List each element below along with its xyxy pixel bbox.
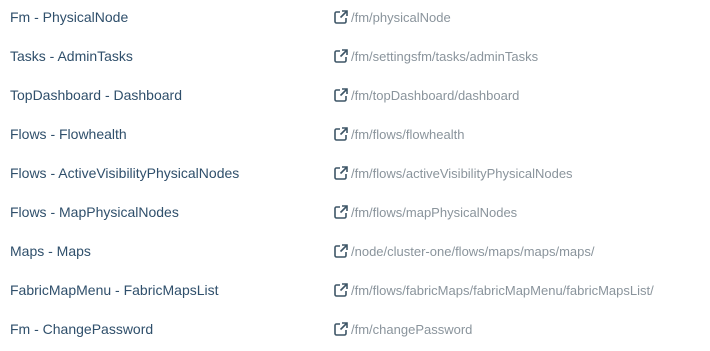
route-row: FabricMapMenu - FabricMapsList /fm/flows… xyxy=(0,273,710,312)
route-name[interactable]: Flows - MapPhysicalNodes xyxy=(10,204,179,220)
route-row: Maps - Maps /node/cluster-one/flows/maps… xyxy=(0,234,710,273)
route-name[interactable]: Flows - ActiveVisibilityPhysicalNodes xyxy=(10,165,239,181)
route-link[interactable]: /fm/flows/activeVisibilityPhysicalNodes xyxy=(333,165,573,181)
external-link-icon xyxy=(333,48,349,64)
route-row: Fm - PhysicalNode /fm/physicalNode xyxy=(0,0,710,39)
route-name[interactable]: Flows - Flowhealth xyxy=(10,126,127,142)
route-path: /fm/changePassword xyxy=(351,321,473,337)
external-link-icon xyxy=(333,321,349,337)
route-path: /fm/settingsfm/tasks/adminTasks xyxy=(351,48,539,64)
route-row: Flows - ActiveVisibilityPhysicalNodes /f… xyxy=(0,156,710,195)
route-name[interactable]: Fm - PhysicalNode xyxy=(10,9,128,25)
external-link-icon xyxy=(333,87,349,103)
route-link[interactable]: /fm/flows/mapPhysicalNodes xyxy=(333,204,517,220)
external-link-icon xyxy=(333,204,349,220)
route-link[interactable]: /fm/flows/fabricMaps/fabricMapMenu/fabri… xyxy=(333,282,654,298)
route-link[interactable]: /fm/physicalNode xyxy=(333,9,451,25)
route-path: /fm/flows/fabricMaps/fabricMapMenu/fabri… xyxy=(351,282,654,298)
route-name[interactable]: FabricMapMenu - FabricMapsList xyxy=(10,282,219,298)
route-row: Flows - Flowhealth /fm/flows/flowhealth xyxy=(0,117,710,156)
route-list: Fm - PhysicalNode /fm/physicalNode Tasks… xyxy=(0,0,710,340)
route-path: /fm/topDashboard/dashboard xyxy=(351,87,520,103)
route-path: /fm/flows/activeVisibilityPhysicalNodes xyxy=(351,165,573,181)
external-link-icon xyxy=(333,9,349,25)
external-link-icon xyxy=(333,165,349,181)
route-path: /node/cluster-one/flows/maps/maps/maps/ xyxy=(351,243,595,259)
route-name[interactable]: Maps - Maps xyxy=(10,243,91,259)
route-link[interactable]: /fm/settingsfm/tasks/adminTasks xyxy=(333,48,538,64)
route-link[interactable]: /node/cluster-one/flows/maps/maps/maps/ xyxy=(333,243,595,259)
route-row: Flows - MapPhysicalNodes /fm/flows/mapPh… xyxy=(0,195,710,234)
route-path: /fm/physicalNode xyxy=(351,9,451,25)
route-name[interactable]: TopDashboard - Dashboard xyxy=(10,87,182,103)
route-row: TopDashboard - Dashboard /fm/topDashboar… xyxy=(0,78,710,117)
external-link-icon xyxy=(333,282,349,298)
route-path: /fm/flows/mapPhysicalNodes xyxy=(351,204,518,220)
external-link-icon xyxy=(333,243,349,259)
route-link[interactable]: /fm/changePassword xyxy=(333,321,472,337)
external-link-icon xyxy=(333,126,349,142)
route-path: /fm/flows/flowhealth xyxy=(351,126,465,142)
route-row: Tasks - AdminTasks /fm/settingsfm/tasks/… xyxy=(0,39,710,78)
route-row: Fm - ChangePassword /fm/changePassword xyxy=(0,312,710,351)
route-name[interactable]: Fm - ChangePassword xyxy=(10,321,153,337)
route-link[interactable]: /fm/flows/flowhealth xyxy=(333,126,464,142)
route-link[interactable]: /fm/topDashboard/dashboard xyxy=(333,87,519,103)
route-name[interactable]: Tasks - AdminTasks xyxy=(10,48,133,64)
